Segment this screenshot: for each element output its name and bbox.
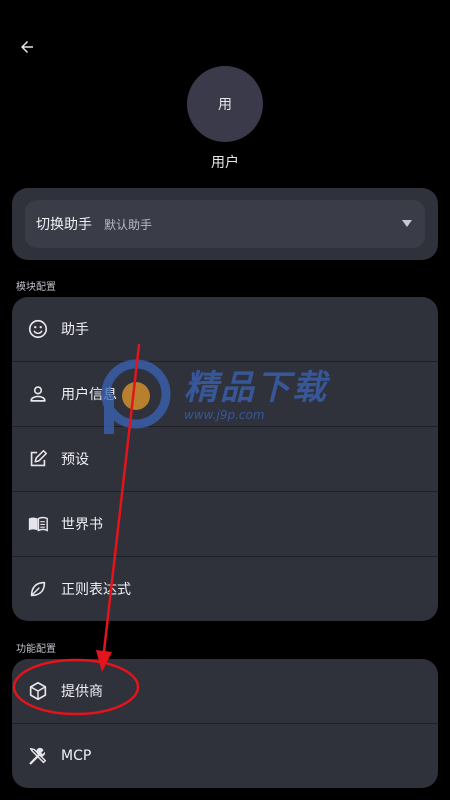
feature-config-card: 提供商 MCP — [12, 659, 438, 788]
assistant-switch-dropdown[interactable]: 切换助手 默认助手 — [25, 200, 425, 248]
avatar-text: 用 — [218, 97, 232, 113]
leaf-icon — [26, 577, 50, 601]
menu-label-mcp: MCP — [61, 748, 92, 764]
menu-item-regex[interactable]: 正则表达式 — [12, 557, 438, 621]
avatar[interactable]: 用 — [187, 66, 263, 142]
tools-icon — [26, 744, 50, 768]
menu-label-provider: 提供商 — [61, 684, 103, 700]
person-icon — [26, 382, 50, 406]
menu-item-provider[interactable]: 提供商 — [12, 659, 438, 724]
arrow-left-icon — [21, 41, 33, 53]
current-assistant-value: 默认助手 — [104, 217, 153, 232]
menu-label-user-info: 用户信息 — [61, 387, 117, 403]
menu-item-preset[interactable]: 预设 — [12, 427, 438, 492]
menu-item-world-book[interactable]: 世界书 — [12, 492, 438, 557]
menu-label-preset: 预设 — [61, 452, 89, 468]
module-config-card: 助手 用户信息 预设 世界书 正则表达式 — [12, 297, 438, 621]
switch-assistant-label: 切换助手 — [36, 217, 92, 233]
menu-item-mcp[interactable]: MCP — [12, 724, 438, 788]
smiley-icon — [26, 317, 50, 341]
edit-square-icon — [26, 447, 50, 471]
menu-label-world-book: 世界书 — [61, 517, 103, 533]
menu-item-assistant[interactable]: 助手 — [12, 297, 438, 362]
back-button[interactable] — [14, 34, 40, 60]
book-icon — [26, 512, 50, 536]
section-label-module: 模块配置 — [16, 282, 56, 293]
menu-item-user-info[interactable]: 用户信息 — [12, 362, 438, 427]
menu-label-regex: 正则表达式 — [61, 582, 131, 598]
assistant-switch-card: 切换助手 默认助手 — [12, 188, 438, 260]
section-label-feature: 功能配置 — [16, 644, 56, 655]
triangle-down-icon — [402, 220, 412, 227]
menu-label-assistant: 助手 — [61, 322, 89, 338]
cube-icon — [26, 679, 50, 703]
user-name: 用户 — [211, 155, 239, 171]
